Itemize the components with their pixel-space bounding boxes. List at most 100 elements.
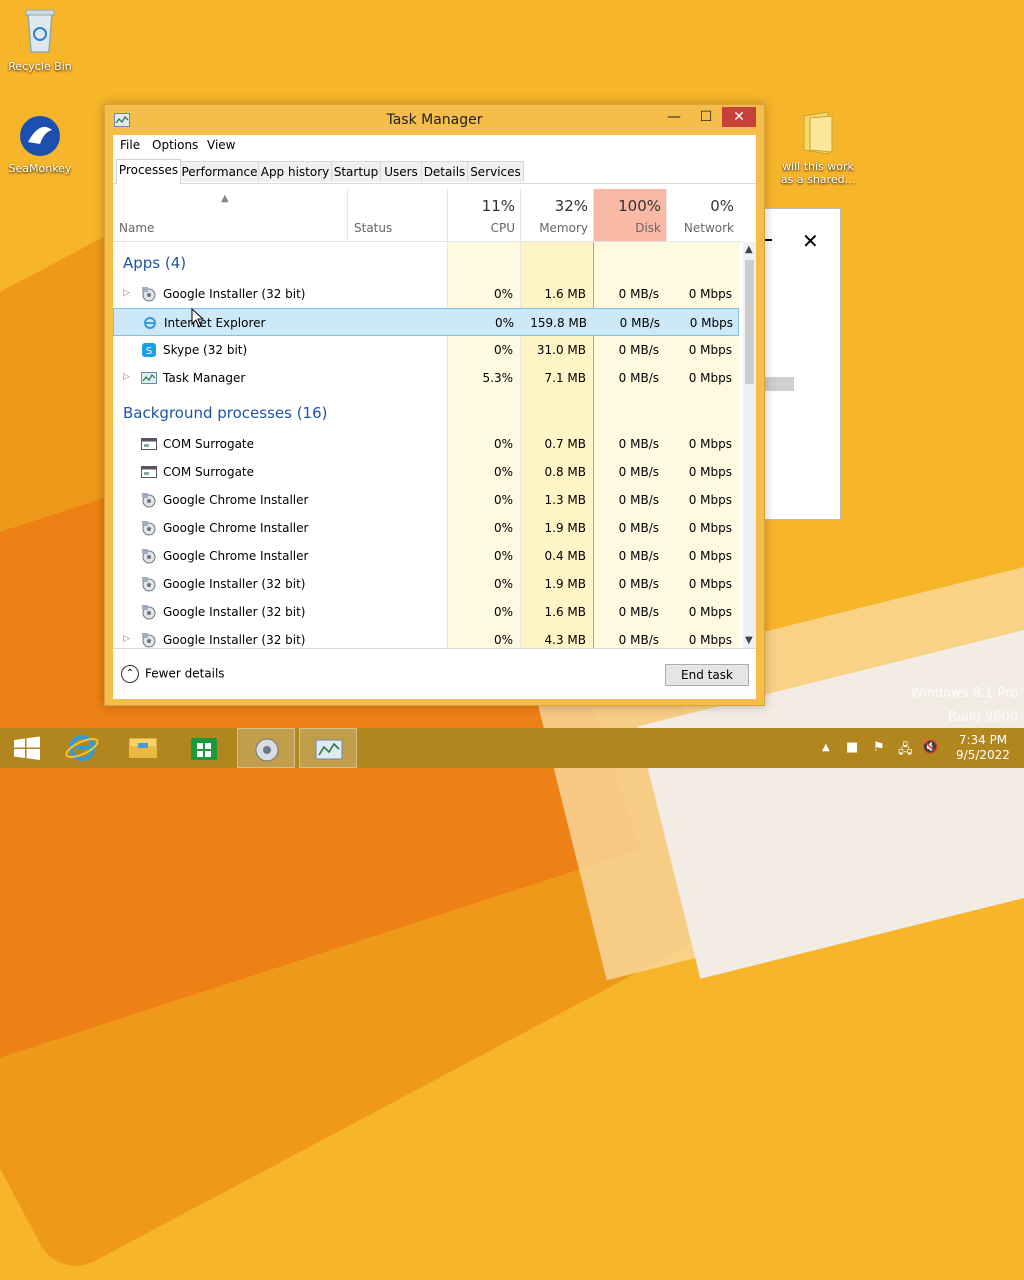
menu-view[interactable]: View (207, 138, 235, 152)
desktop-icon-seamonkey[interactable]: SeaMonkey (0, 114, 80, 175)
close-button[interactable]: ✕ (722, 107, 756, 127)
desktop-icon-label: SeaMonkey (8, 162, 72, 175)
process-row[interactable]: Internet Explorer 0% 159.8 MB 0 MB/s 0 Mbps (113, 308, 739, 336)
process-row[interactable]: COM Surrogate 0% 0.7 MB 0 MB/s 0 Mbps (113, 430, 739, 458)
desktop-icon-shared-folder[interactable]: will this work as a shared... (778, 110, 858, 186)
process-network: 0 Mbps (688, 493, 732, 507)
clock[interactable]: 7:34 PM 9/5/2022 (948, 733, 1018, 763)
section-background[interactable]: Background processes (16) (123, 404, 328, 422)
column-label: Disk (635, 221, 661, 235)
process-memory: 1.6 MB (544, 287, 586, 301)
process-row[interactable]: Google Chrome Installer 0% 1.9 MB 0 MB/s 0 M… (113, 514, 739, 542)
process-row[interactable]: ▷ Google Installer (32 bit) 0% 1.6 MB 0 MB/s… (113, 280, 739, 308)
tab-performance[interactable]: Performance (180, 161, 259, 182)
action-center-square-icon[interactable]: ■ (846, 740, 858, 755)
minimize-dash (764, 239, 772, 241)
process-memory: 0.4 MB (544, 549, 586, 563)
installer-icon (141, 520, 157, 536)
process-name: Google Chrome Installer (163, 521, 309, 535)
process-row[interactable]: ▷ Task Manager 5.3% 7.1 MB 0 MB/s 0 Mbps (113, 364, 739, 392)
process-row[interactable]: Google Chrome Installer 0% 0.4 MB 0 MB/s 0 M… (113, 542, 739, 570)
installer-icon (141, 632, 157, 648)
recycle-bin-icon (25, 9, 55, 53)
column-status[interactable]: Status (347, 189, 448, 241)
process-row[interactable]: S Skype (32 bit) 0% 31.0 MB 0 MB/s 0 Mbps (113, 336, 739, 364)
process-row[interactable]: COM Surrogate 0% 0.8 MB 0 MB/s 0 Mbps (113, 458, 739, 486)
end-task-button[interactable]: End task (665, 664, 749, 686)
minimize-button[interactable]: — (658, 107, 690, 127)
column-network[interactable]: 0% Network (666, 189, 740, 241)
close-icon[interactable]: ✕ (802, 229, 819, 253)
tab-services[interactable]: Services (467, 161, 524, 182)
flag-icon[interactable]: ⚑ (873, 740, 885, 755)
taskbar-store[interactable] (175, 728, 233, 768)
process-name: Google Installer (32 bit) (163, 287, 306, 301)
process-memory: 0.8 MB (544, 465, 586, 479)
desktop-icon-recycle-bin[interactable]: Recycle Bin (0, 6, 80, 73)
process-cpu: 0% (493, 521, 513, 535)
process-disk: 0 MB/s (618, 605, 659, 619)
scroll-up-icon[interactable]: ▲ (745, 244, 753, 255)
file-explorer-icon (128, 737, 158, 759)
column-label: Network (683, 221, 734, 235)
process-disk: 0 MB/s (618, 465, 659, 479)
process-row[interactable]: Google Chrome Installer 0% 1.3 MB 0 MB/s 0 M… (113, 486, 739, 514)
tab-processes[interactable]: Processes (116, 159, 181, 184)
show-hidden-icons-icon[interactable]: ▲ (822, 742, 830, 753)
process-row[interactable]: Google Installer (32 bit) 0% 1.6 MB 0 MB/s 0… (113, 598, 739, 626)
process-disk: 0 MB/s (618, 437, 659, 451)
expand-arrow-icon[interactable]: ▷ (123, 288, 130, 298)
column-cpu[interactable]: 11% CPU (447, 189, 521, 241)
column-name[interactable]: Name (113, 189, 347, 241)
chevron-up-icon: ⌃ (121, 665, 139, 683)
taskbar-installer[interactable] (237, 728, 295, 768)
process-name: Google Chrome Installer (163, 549, 309, 563)
expand-arrow-icon[interactable]: ▷ (123, 634, 130, 644)
process-row[interactable]: ▷ Google Installer (32 bit) 0% 4.3 MB 0 MB/s… (113, 626, 739, 648)
start-button[interactable] (0, 728, 58, 768)
taskbar-file-explorer[interactable] (114, 728, 172, 768)
scroll-down-icon[interactable]: ▼ (745, 635, 753, 646)
installer-icon (141, 286, 157, 302)
process-disk: 0 MB/s (618, 343, 659, 357)
tab-startup[interactable]: Startup (331, 161, 381, 182)
process-memory: 1.9 MB (544, 577, 586, 591)
process-network: 0 Mbps (688, 465, 732, 479)
tab-users[interactable]: Users (380, 161, 422, 182)
taskbar-task-manager[interactable] (299, 728, 357, 768)
process-cpu: 0% (493, 605, 513, 619)
svg-text:S: S (146, 346, 152, 357)
column-memory[interactable]: 32% Memory (520, 189, 594, 241)
process-network: 0 Mbps (688, 605, 732, 619)
tab-app-history[interactable]: App history (258, 161, 332, 182)
column-label: Status (354, 221, 393, 235)
expand-arrow-icon[interactable]: ▷ (123, 372, 130, 382)
vertical-scrollbar[interactable]: ▲ ▼ (743, 242, 756, 648)
fewer-details-button[interactable]: ⌃ Fewer details (121, 665, 225, 683)
folder-icon (803, 111, 833, 155)
menu-options[interactable]: Options (152, 138, 198, 152)
process-row[interactable]: Google Installer (32 bit) 0% 1.9 MB 0 MB/s 0… (113, 570, 739, 598)
clock-time: 7:34 PM (958, 733, 1008, 747)
seamonkey-icon (20, 116, 60, 156)
process-network: 0 Mbps (688, 371, 732, 385)
tab-details[interactable]: Details (421, 161, 468, 182)
process-cpu: 0% (493, 633, 513, 647)
installer-icon (141, 492, 157, 508)
volume-muted-icon[interactable]: 🔇 (922, 740, 938, 755)
process-name: Google Installer (32 bit) (163, 577, 306, 591)
scroll-thumb[interactable] (745, 260, 754, 384)
column-disk[interactable]: 100% Disk (593, 189, 667, 241)
footer-bar: ⌃ Fewer details End task (113, 648, 756, 699)
title-bar[interactable]: Task Manager — ☐ ✕ (105, 105, 764, 135)
clock-date: 9/5/2022 (956, 748, 1010, 762)
column-header: ▲ Name Status 11% CPU 32% Memory 100% Di… (113, 189, 743, 242)
taskbar-internet-explorer[interactable] (53, 728, 111, 768)
section-apps[interactable]: Apps (4) (123, 254, 186, 272)
installer-icon (255, 738, 279, 762)
network-icon[interactable]: 🖧 (898, 740, 913, 762)
process-memory: 1.3 MB (544, 493, 586, 507)
process-name: COM Surrogate (163, 437, 255, 451)
menu-file[interactable]: File (120, 138, 140, 152)
maximize-button[interactable]: ☐ (690, 107, 722, 127)
